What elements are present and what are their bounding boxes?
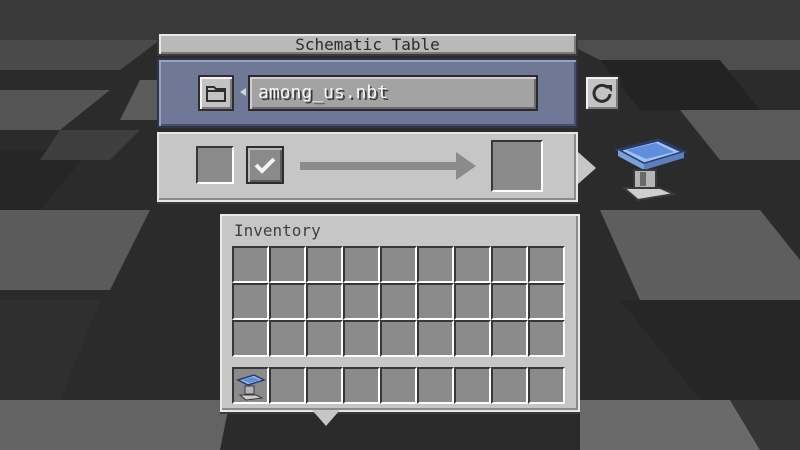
schematic-table-icon (236, 374, 266, 401)
inventory-slot[interactable] (417, 320, 454, 357)
hotbar-slot-7[interactable] (454, 367, 491, 404)
inventory-slot[interactable] (343, 246, 380, 283)
inventory-slot[interactable] (232, 320, 269, 357)
inventory-slot[interactable] (528, 283, 565, 320)
inventory-slot[interactable] (269, 246, 306, 283)
refresh-icon (592, 83, 612, 103)
confirm-button[interactable] (246, 146, 284, 184)
folder-icon (206, 86, 226, 102)
hotbar-slot-3[interactable] (306, 367, 343, 404)
inventory-slot[interactable] (417, 283, 454, 320)
inventory-slot[interactable] (306, 320, 343, 357)
open-folder-button[interactable] (198, 75, 234, 111)
refresh-button[interactable] (584, 75, 620, 111)
schematic-filename-field[interactable]: among_us.nbt (248, 75, 538, 111)
window-title-bar: Schematic Table (157, 32, 578, 56)
output-slot[interactable] (491, 140, 543, 192)
inventory-slot[interactable] (380, 246, 417, 283)
inventory-pointer (312, 410, 340, 426)
file-prev-arrow-icon[interactable] (240, 88, 246, 96)
inventory-slot[interactable] (343, 320, 380, 357)
inventory-slot[interactable] (491, 320, 528, 357)
inventory-slot[interactable] (528, 320, 565, 357)
hotbar-slot-1[interactable] (232, 367, 269, 404)
inventory-label: Inventory (234, 221, 321, 240)
hotbar-slot-8[interactable] (491, 367, 528, 404)
hotbar-slot-6[interactable] (417, 367, 454, 404)
hotbar-slot-9[interactable] (528, 367, 565, 404)
inventory-slot[interactable] (380, 283, 417, 320)
crafting-panel-pointer (578, 152, 596, 184)
inventory-slot[interactable] (454, 283, 491, 320)
inventory-slot[interactable] (491, 283, 528, 320)
checkmark-icon (254, 157, 276, 174)
inventory-slot[interactable] (528, 246, 565, 283)
inventory-slot[interactable] (306, 246, 343, 283)
inventory-slot[interactable] (454, 246, 491, 283)
schematic-table-block (613, 138, 689, 202)
inventory-slot[interactable] (232, 283, 269, 320)
progress-arrow-icon (300, 152, 476, 180)
input-slot[interactable] (196, 146, 234, 184)
inventory-slot[interactable] (232, 246, 269, 283)
hotbar-slot-2[interactable] (269, 367, 306, 404)
inventory-slot[interactable] (454, 320, 491, 357)
hotbar-slot-5[interactable] (380, 367, 417, 404)
inventory-grid (232, 246, 568, 358)
inventory-slot[interactable] (380, 320, 417, 357)
inventory-slot[interactable] (417, 246, 454, 283)
inventory-slot[interactable] (343, 283, 380, 320)
inventory-slot[interactable] (306, 283, 343, 320)
hotbar-slot-4[interactable] (343, 367, 380, 404)
inventory-slot[interactable] (269, 283, 306, 320)
window-title: Schematic Table (295, 34, 440, 54)
inventory-slot[interactable] (269, 320, 306, 357)
hotbar (232, 367, 568, 404)
inventory-slot[interactable] (491, 246, 528, 283)
